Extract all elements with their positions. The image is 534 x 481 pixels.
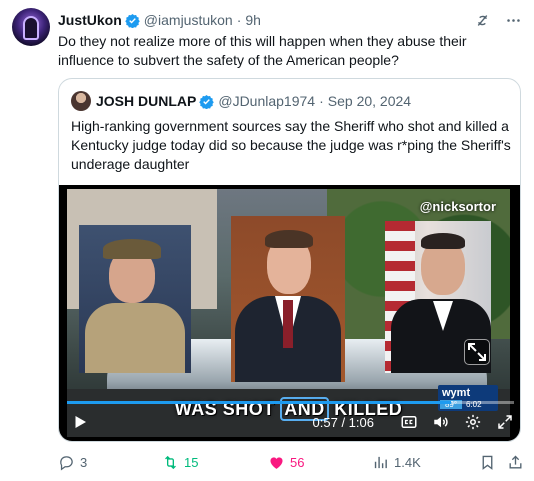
repost-count: 15	[184, 455, 199, 470]
verified-badge-icon	[125, 13, 140, 28]
like-count: 56	[290, 455, 305, 470]
settings-icon	[465, 414, 481, 430]
bookmark-button[interactable]	[479, 454, 496, 471]
quote-author-handle[interactable]: @JDunlap1974	[218, 93, 315, 109]
quoted-post[interactable]: JOSH DUNLAP @JDunlap1974 · Sep 20, 2024 …	[58, 78, 521, 442]
reply-button[interactable]: 3	[58, 454, 87, 471]
fullscreen-button[interactable]	[496, 413, 514, 431]
expand-button[interactable]	[464, 339, 490, 365]
settings-button[interactable]	[464, 413, 482, 431]
post-text: Do they not realize more of this will ha…	[58, 33, 467, 68]
video-time: 0:57 / 1:06	[312, 414, 374, 430]
separator-dot: ·	[236, 12, 242, 28]
like-button[interactable]: 56	[268, 454, 304, 471]
more-icon[interactable]	[505, 12, 522, 29]
post-actions: 3 15 56 1.4K	[58, 454, 524, 472]
governor-photo	[231, 216, 345, 382]
view-count: 1.4K	[394, 455, 421, 470]
quote-avatar[interactable]	[71, 91, 91, 111]
volume-icon	[434, 416, 448, 428]
station-brand: wymt	[442, 387, 471, 399]
captions-icon	[401, 416, 417, 428]
author-avatar[interactable]	[12, 8, 50, 46]
author-name[interactable]: JustUkon	[58, 12, 122, 28]
share-icon	[509, 455, 522, 469]
verified-badge-icon	[199, 94, 215, 109]
video-player[interactable]: @nicksortor WAS SHOT AND KILLED wymt 89°…	[59, 185, 520, 441]
repost-button[interactable]: 15	[162, 454, 198, 471]
avatar-figure	[23, 16, 39, 40]
views-button[interactable]: 1.4K	[372, 454, 421, 471]
header-icons	[474, 10, 522, 30]
quote-text: High-ranking government sources say the …	[71, 118, 511, 172]
views-icon	[374, 456, 387, 469]
video-progress-bar[interactable]	[67, 401, 514, 404]
volume-button[interactable]	[432, 413, 450, 431]
share-button[interactable]	[507, 454, 524, 471]
repost-icon	[165, 455, 176, 470]
reply-icon	[60, 456, 73, 471]
video-watermark: @nicksortor	[419, 199, 496, 214]
bookmark-icon	[482, 455, 493, 470]
like-icon	[270, 457, 283, 469]
captions-button[interactable]	[400, 413, 418, 431]
post-time[interactable]: 9h	[245, 12, 261, 28]
separator-dot: ·	[319, 93, 324, 109]
author-handle[interactable]: @iamjustukon	[144, 12, 233, 28]
sheriff-photo	[79, 225, 191, 373]
quote-author-name[interactable]: JOSH DUNLAP	[96, 93, 196, 109]
quote-header: JOSH DUNLAP @JDunlap1974 · Sep 20, 2024	[71, 91, 411, 111]
play-icon[interactable]	[71, 413, 89, 431]
video-controls: 0:57 / 1:06	[67, 407, 514, 437]
video-progress-fill	[67, 401, 452, 404]
grok-icon[interactable]	[474, 12, 491, 29]
expand-icon	[468, 343, 486, 361]
quote-date[interactable]: Sep 20, 2024	[328, 93, 411, 109]
fullscreen-icon	[498, 415, 512, 429]
video-frame[interactable]: @nicksortor WAS SHOT AND KILLED wymt 89°…	[67, 189, 510, 437]
reply-count: 3	[80, 455, 88, 470]
post-header: JustUkon @iamjustukon · 9h	[58, 10, 522, 30]
